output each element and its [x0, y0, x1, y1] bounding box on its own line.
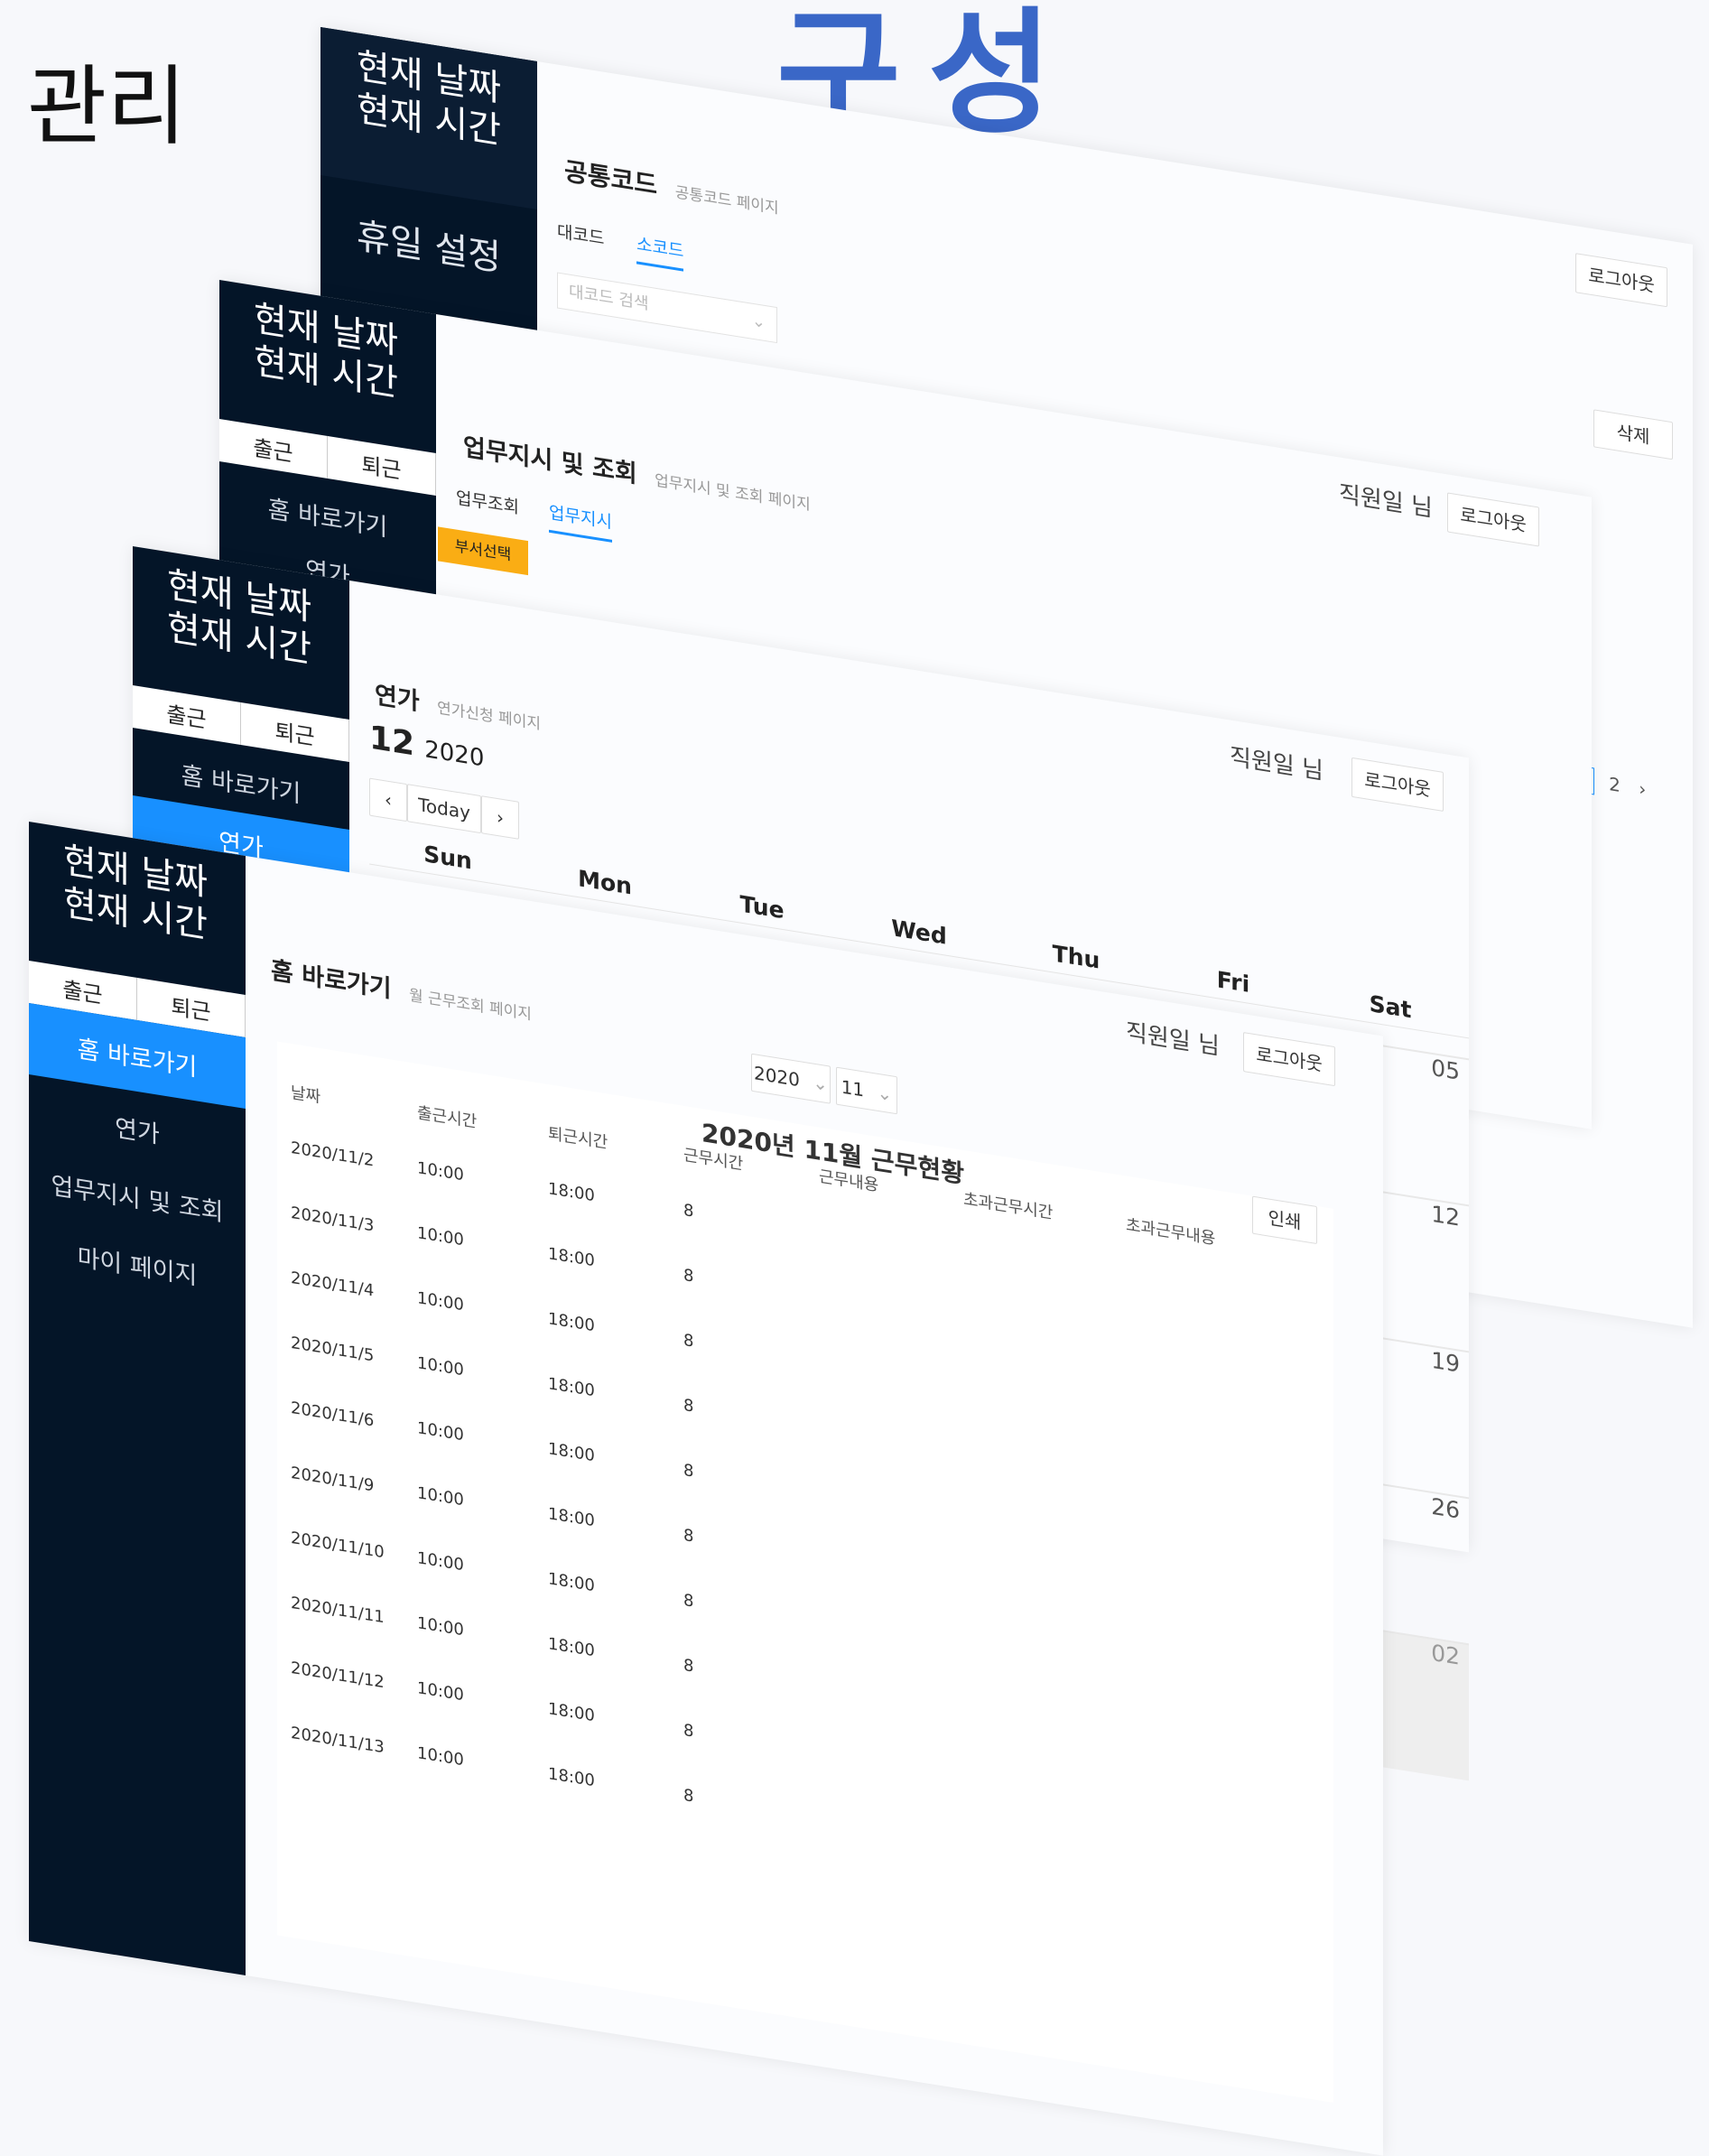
headline: 관리 [27, 56, 187, 157]
page-title: 홈 바로가기 월 근무조회 페이지 [271, 956, 532, 1025]
table-cell: 2020/11/13 [291, 1723, 385, 1758]
table-cell: 18:00 [548, 1699, 595, 1726]
user-name: 직원일 님 [1126, 1018, 1220, 1061]
table-cell: 8 [683, 1720, 694, 1742]
prev-month-button[interactable]: ‹ [369, 777, 407, 822]
table-cell: 2020/11/5 [291, 1333, 375, 1366]
chevron-down-icon: ⌄ [877, 1081, 893, 1106]
logout-button[interactable]: 로그아웃 [1351, 757, 1444, 812]
home-screen: 현재 날짜 현재 시간 출근 퇴근 홈 바로가기 연가 업무지시 및 조회 마이… [29, 822, 1383, 2156]
table-cell: 8 [683, 1330, 694, 1352]
calendar-day[interactable]: 19 [1379, 1336, 1469, 1489]
delete-button[interactable]: 삭제 [1593, 409, 1673, 460]
department-select-button[interactable]: 부서선택 [438, 526, 528, 576]
table-cell: 2020/11/6 [291, 1398, 375, 1431]
work-table: 2020년 11월 근무현황 인쇄 날짜 출근시간 퇴근시간 근무시간 근무내용 초과근무… [277, 1041, 1333, 2103]
table-cell: 10:00 [417, 1353, 464, 1380]
page-subtitle: 업무지시 및 조회 페이지 [655, 471, 811, 515]
logout-button[interactable]: 로그아웃 [1575, 253, 1667, 308]
calendar-nav: ‹ Today › [369, 777, 519, 840]
table-cell: 8 [683, 1265, 694, 1287]
table-cell: 10:00 [417, 1548, 464, 1575]
year-select[interactable]: 2020 ⌄ [751, 1053, 831, 1104]
calendar-day[interactable]: 05 [1379, 1044, 1469, 1196]
calendar-month: 12 2020 [369, 719, 484, 774]
column-header: 날짜 [291, 1083, 321, 1108]
logout-button[interactable]: 로그아웃 [1243, 1032, 1335, 1087]
table-cell: 8 [683, 1200, 694, 1222]
table-cell: 10:00 [417, 1613, 464, 1640]
chevron-down-icon: ⌄ [813, 1071, 829, 1096]
table-cell: 10:00 [417, 1158, 464, 1185]
today-button[interactable]: Today [407, 784, 481, 834]
tab-small-code[interactable]: 소코드 [636, 230, 683, 262]
calendar-day[interactable]: 02 [1379, 1629, 1469, 1781]
table-cell: 18:00 [548, 1374, 595, 1401]
table-cell: 2020/11/10 [291, 1528, 385, 1563]
home-sidebar: 현재 날짜 현재 시간 출근 퇴근 홈 바로가기 연가 업무지시 및 조회 마이… [29, 822, 246, 1976]
table-cell: 8 [683, 1460, 694, 1482]
tab-large-code[interactable]: 대코드 [557, 218, 604, 249]
table-cell: 18:00 [548, 1309, 595, 1336]
tab-task-order[interactable]: 업무지시 [549, 499, 612, 534]
table-cell: 18:00 [548, 1504, 595, 1531]
table-cell: 10:00 [417, 1743, 464, 1770]
table-cell: 10:00 [417, 1418, 464, 1445]
column-header: 초과근무내용 [1126, 1215, 1216, 1250]
table-cell: 8 [683, 1785, 694, 1807]
table-cell: 8 [683, 1655, 694, 1677]
calendar-day[interactable]: 26 [1379, 1482, 1469, 1635]
table-cell: 18:00 [548, 1244, 595, 1271]
page-title: 공통코드 공통코드 페이지 [564, 155, 779, 218]
month-number: 12 [369, 719, 415, 764]
chevron-right-icon[interactable]: › [1639, 777, 1646, 800]
column-header: 초과근무시간 [963, 1189, 1054, 1223]
table-cell: 8 [683, 1590, 694, 1612]
table-cell: 18:00 [548, 1764, 595, 1791]
month-select[interactable]: 11 ⌄ [836, 1066, 897, 1115]
home-main: 홈 바로가기 월 근무조회 페이지 직원일 님 로그아웃 2020 ⌄ 11 ⌄… [246, 856, 1383, 2156]
print-button[interactable]: 인쇄 [1252, 1195, 1317, 1245]
table-cell: 18:00 [548, 1569, 595, 1596]
logout-button[interactable]: 로그아웃 [1447, 492, 1539, 547]
table-cell: 2020/11/3 [291, 1203, 375, 1236]
tab-task-view[interactable]: 업무조회 [456, 484, 519, 518]
column-header: 출근시간 [417, 1103, 478, 1132]
table-cell: 8 [683, 1525, 694, 1547]
table-cell: 2020/11/4 [291, 1268, 375, 1301]
user-name: 직원일 님 [1230, 743, 1324, 785]
page-2[interactable]: 2 [1609, 773, 1621, 796]
code-search-input[interactable]: 대코드 검색 ⌄ [557, 272, 777, 344]
calendar-day[interactable]: 12 [1379, 1190, 1469, 1343]
table-cell: 10:00 [417, 1288, 464, 1315]
table-cell: 2020/11/9 [291, 1463, 375, 1496]
table-cell: 10:00 [417, 1678, 464, 1705]
user-name: 직원일 님 [1339, 480, 1433, 523]
table-cell: 10:00 [417, 1223, 464, 1250]
table-cell: 18:00 [548, 1439, 595, 1466]
table-cell: 2020/11/11 [291, 1593, 385, 1628]
chevron-down-icon: ⌄ [751, 311, 766, 333]
next-month-button[interactable]: › [481, 795, 519, 840]
table-cell: 18:00 [548, 1634, 595, 1661]
year-number: 2020 [424, 736, 485, 773]
task-sidebar: 현재 날짜 현재 시간 출근 퇴근 홈 바로가기 연가 [219, 280, 436, 613]
table-cell: 2020/11/2 [291, 1138, 375, 1171]
leave-sidebar: 현재 날짜 현재 시간 출근 퇴근 홈 바로가기 연가 [133, 546, 349, 891]
table-cell: 18:00 [548, 1179, 595, 1206]
table-cell: 10:00 [417, 1483, 464, 1510]
page-subtitle: 월 근무조회 페이지 [409, 986, 532, 1025]
page-subtitle: 공통코드 페이지 [674, 183, 779, 218]
table-cell: 8 [683, 1395, 694, 1417]
table-cell: 2020/11/12 [291, 1658, 385, 1693]
page-subtitle: 연가신청 페이지 [437, 699, 541, 734]
column-header: 퇴근시간 [548, 1124, 608, 1153]
date-selects: 2020 ⌄ 11 ⌄ [751, 1053, 897, 1115]
